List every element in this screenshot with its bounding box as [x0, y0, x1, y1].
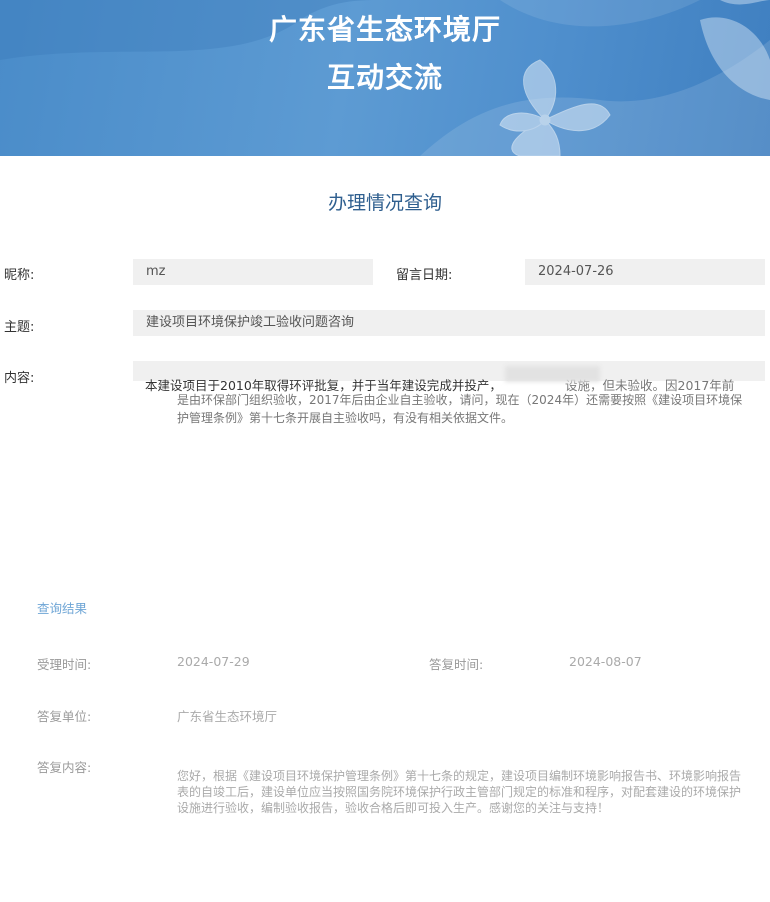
reply-unit-value: 广东省生态环境厅 — [177, 709, 278, 724]
reply-content-label: 答复内容: — [37, 760, 92, 775]
content-label: 内容: — [4, 371, 35, 386]
message-date-label: 留言日期: — [396, 268, 453, 283]
subject-field: 建设项目环境保护竣工验收问题咨询 — [133, 310, 765, 336]
accept-time-label: 受理时间: — [37, 657, 92, 672]
reply-unit-label: 答复单位: — [37, 709, 92, 724]
page-title: 办理情况查询 — [327, 192, 442, 214]
reply-text-line3: 设施进行验收，编制验收报告，验收合格后即可投入生产。感谢您的关注与支持！ — [177, 801, 610, 815]
reply-time-value: 2024-08-07 — [569, 654, 642, 669]
content-text-line3: 护管理条例》第十七条开展自主验收吗，有没有相关依据文件。 — [177, 411, 514, 425]
redacted-region — [505, 366, 600, 382]
content-text-line2: 是由环保部门组织验收，2017年后由企业自主验收，请问，现在（2024年）还需要… — [177, 393, 743, 407]
reply-time-label: 答复时间: — [429, 657, 484, 672]
reply-text-line2: 表的自竣工后，建设单位应当按照国务院环境保护行政主管部门规定的标准和程序，对配套… — [177, 785, 742, 799]
accept-time-value: 2024-07-29 — [177, 654, 250, 669]
query-result-link[interactable]: 查询结果 — [37, 598, 87, 617]
message-date-field: 2024-07-26 — [525, 259, 765, 285]
reply-text-line1: 您好，根据《建设项目环境保护管理条例》第十七条的规定，建设项目编制环境影响报告书… — [177, 769, 742, 783]
site-title: 广东省生态环境厅 — [268, 13, 501, 46]
subject-label: 主题: — [4, 320, 35, 335]
site-subtitle: 互动交流 — [326, 61, 443, 94]
nickname-label: 昵称: — [4, 268, 35, 283]
header-banner: 广东省生态环境厅 互动交流 — [0, 0, 770, 156]
nickname-field: mz — [133, 259, 373, 285]
